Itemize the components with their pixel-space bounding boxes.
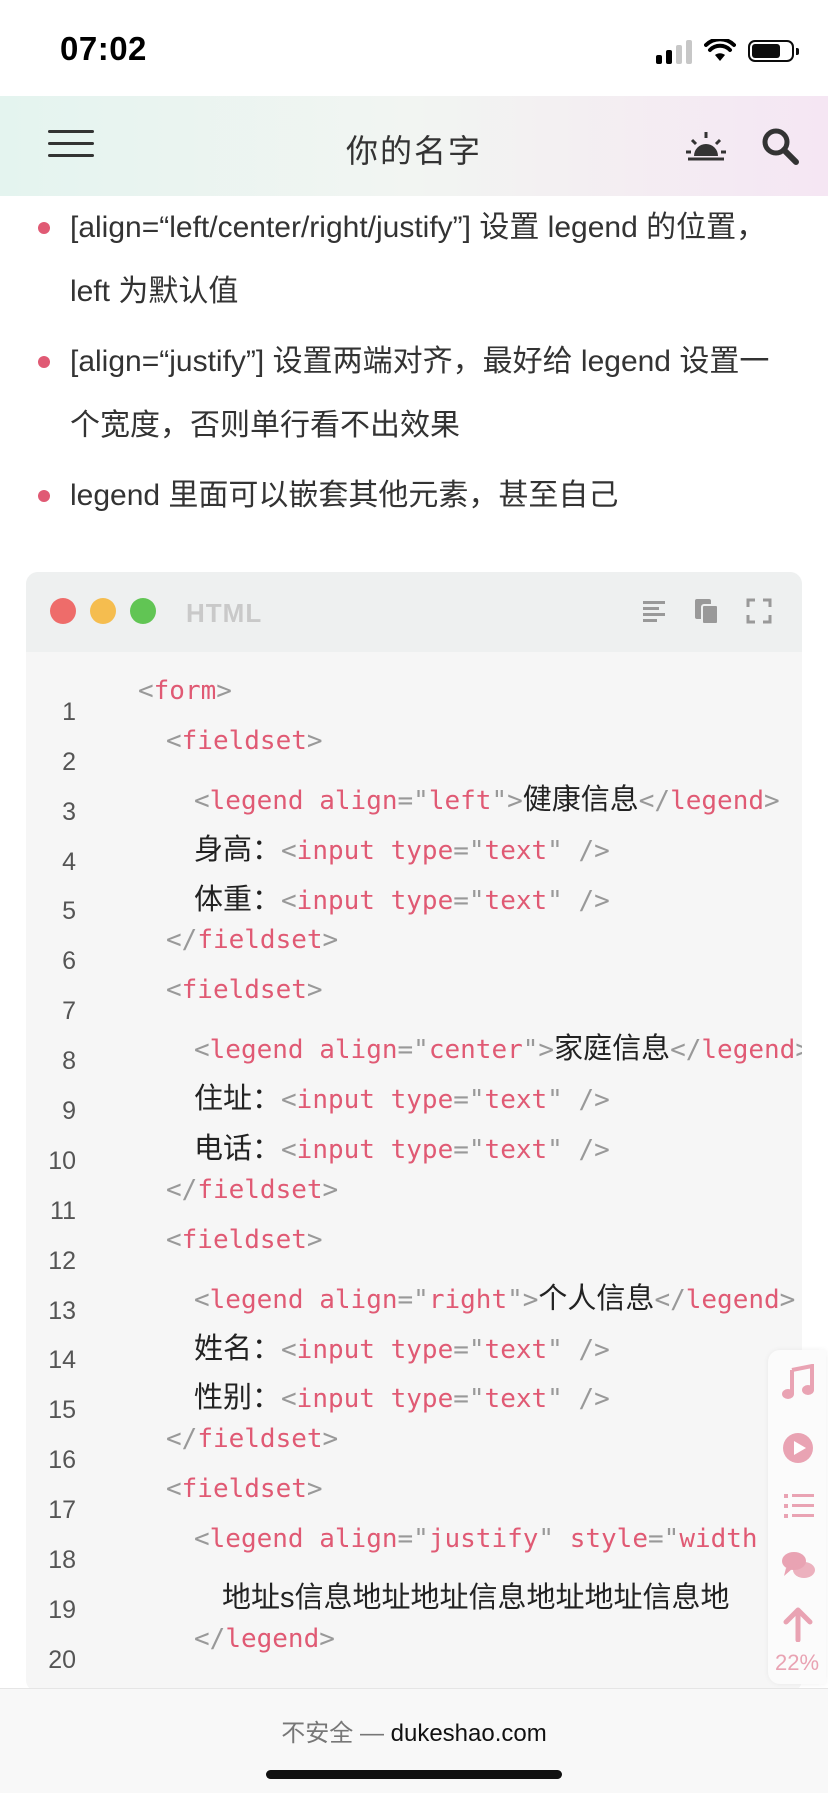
- status-time: 07:02: [60, 30, 147, 67]
- code-language-label: HTML: [186, 598, 263, 628]
- list-item: legend 里面可以嵌套其他元素，甚至自己: [38, 464, 818, 528]
- window-maximize-dot: [130, 598, 156, 624]
- search-icon[interactable]: [760, 126, 800, 166]
- battery-icon: [748, 40, 799, 62]
- floating-toolbar: 22%: [768, 1350, 826, 1684]
- cellular-signal-icon: [656, 38, 692, 64]
- code-line: 11 <fieldset>: [26, 1197, 802, 1269]
- list-item: [align=“justify”] 设置两端对齐，最好给 legend 设置一个…: [38, 330, 818, 458]
- scroll-percent: 22%: [774, 1650, 820, 1675]
- line-number: 5: [62, 897, 76, 926]
- line-number: 13: [48, 1296, 76, 1325]
- line-number: 19: [48, 1595, 76, 1624]
- code-line: 19 </legend>: [26, 1596, 802, 1668]
- code-line: 6 <fieldset>: [26, 947, 802, 1019]
- code-line: 7 <legend align="center">家庭信息</legend>: [26, 997, 802, 1069]
- code-line: 17 <legend align="justify" style="width: [26, 1496, 802, 1568]
- url-display[interactable]: 不安全 — dukeshao.com: [0, 1713, 828, 1748]
- code-line: 9 电话：<input type="text" />: [26, 1097, 802, 1169]
- line-number: 12: [48, 1246, 76, 1275]
- url-host: dukeshao.com: [390, 1720, 547, 1747]
- line-number: 14: [48, 1346, 76, 1375]
- music-icon[interactable]: [780, 1364, 816, 1400]
- code-line: 15 </fieldset>: [26, 1396, 802, 1468]
- table-of-contents-icon[interactable]: [780, 1488, 816, 1524]
- code-line: <form>: [138, 676, 232, 706]
- line-number: 6: [62, 947, 76, 976]
- code-line: 1 <fieldset>: [26, 698, 802, 770]
- list-item: [align=“left/center/right/justify”] 设置 l…: [38, 196, 818, 324]
- comments-icon[interactable]: [780, 1548, 816, 1584]
- code-line: 5 </fieldset>: [26, 897, 802, 969]
- play-icon[interactable]: [780, 1430, 816, 1466]
- code-line: 2 <legend align="left">健康信息</legend>: [26, 748, 802, 820]
- line-number: 4: [62, 847, 76, 876]
- line-number: 3: [62, 797, 76, 826]
- status-icons: [656, 36, 799, 66]
- line-number: 7: [62, 997, 76, 1026]
- line-number: 8: [62, 1047, 76, 1076]
- code-body: <form> 1 <fieldset> 2 <legend align="lef…: [26, 652, 802, 1692]
- code-block-header: HTML: [26, 572, 802, 652]
- code-line: 8 住址：<input type="text" />: [26, 1047, 802, 1119]
- status-bar: 07:02: [0, 0, 828, 96]
- article-content: [align=“left/center/right/justify”] 设置 l…: [10, 196, 818, 534]
- copy-icon[interactable]: [692, 596, 722, 626]
- code-line: 14 性别：<input type="text" />: [26, 1346, 802, 1418]
- insecure-label: 不安全 —: [281, 1720, 391, 1747]
- align-left-icon[interactable]: [640, 596, 670, 626]
- code-line: 10 </fieldset>: [26, 1147, 802, 1219]
- bullet-list: [align=“left/center/right/justify”] 设置 l…: [10, 196, 818, 528]
- line-number: 17: [48, 1496, 76, 1525]
- line-number: 16: [48, 1446, 76, 1475]
- code-line: 18 地址s信息地址地址信息地址地址信息地: [26, 1546, 802, 1618]
- code-line: 12 <legend align="right">个人信息</legend>: [26, 1247, 802, 1319]
- wifi-icon: [704, 39, 736, 61]
- window-minimize-dot: [90, 598, 116, 624]
- code-line: 16 <fieldset>: [26, 1446, 802, 1518]
- home-indicator[interactable]: [266, 1770, 562, 1779]
- code-line: 3 身高：<input type="text" />: [26, 798, 802, 870]
- code-block: HTML <form> 1 <fieldset> 2 <legend align…: [26, 572, 802, 1692]
- line-number: 15: [48, 1396, 76, 1425]
- line-number: 18: [48, 1546, 76, 1575]
- line-number: 9: [62, 1097, 76, 1126]
- back-to-top-icon[interactable]: [780, 1606, 816, 1642]
- line-number: 11: [50, 1196, 76, 1225]
- line-number: 1: [62, 697, 76, 726]
- code-line: 4 体重：<input type="text" />: [26, 848, 802, 920]
- sunrise-theme-icon[interactable]: [684, 126, 728, 166]
- line-number: 20: [48, 1645, 76, 1674]
- window-close-dot: [50, 598, 76, 624]
- code-line: 13 姓名：<input type="text" />: [26, 1297, 802, 1369]
- fullscreen-icon[interactable]: [744, 596, 774, 626]
- line-number: 10: [48, 1146, 76, 1175]
- line-number: 2: [62, 747, 76, 776]
- site-header: 你的名字: [0, 96, 828, 196]
